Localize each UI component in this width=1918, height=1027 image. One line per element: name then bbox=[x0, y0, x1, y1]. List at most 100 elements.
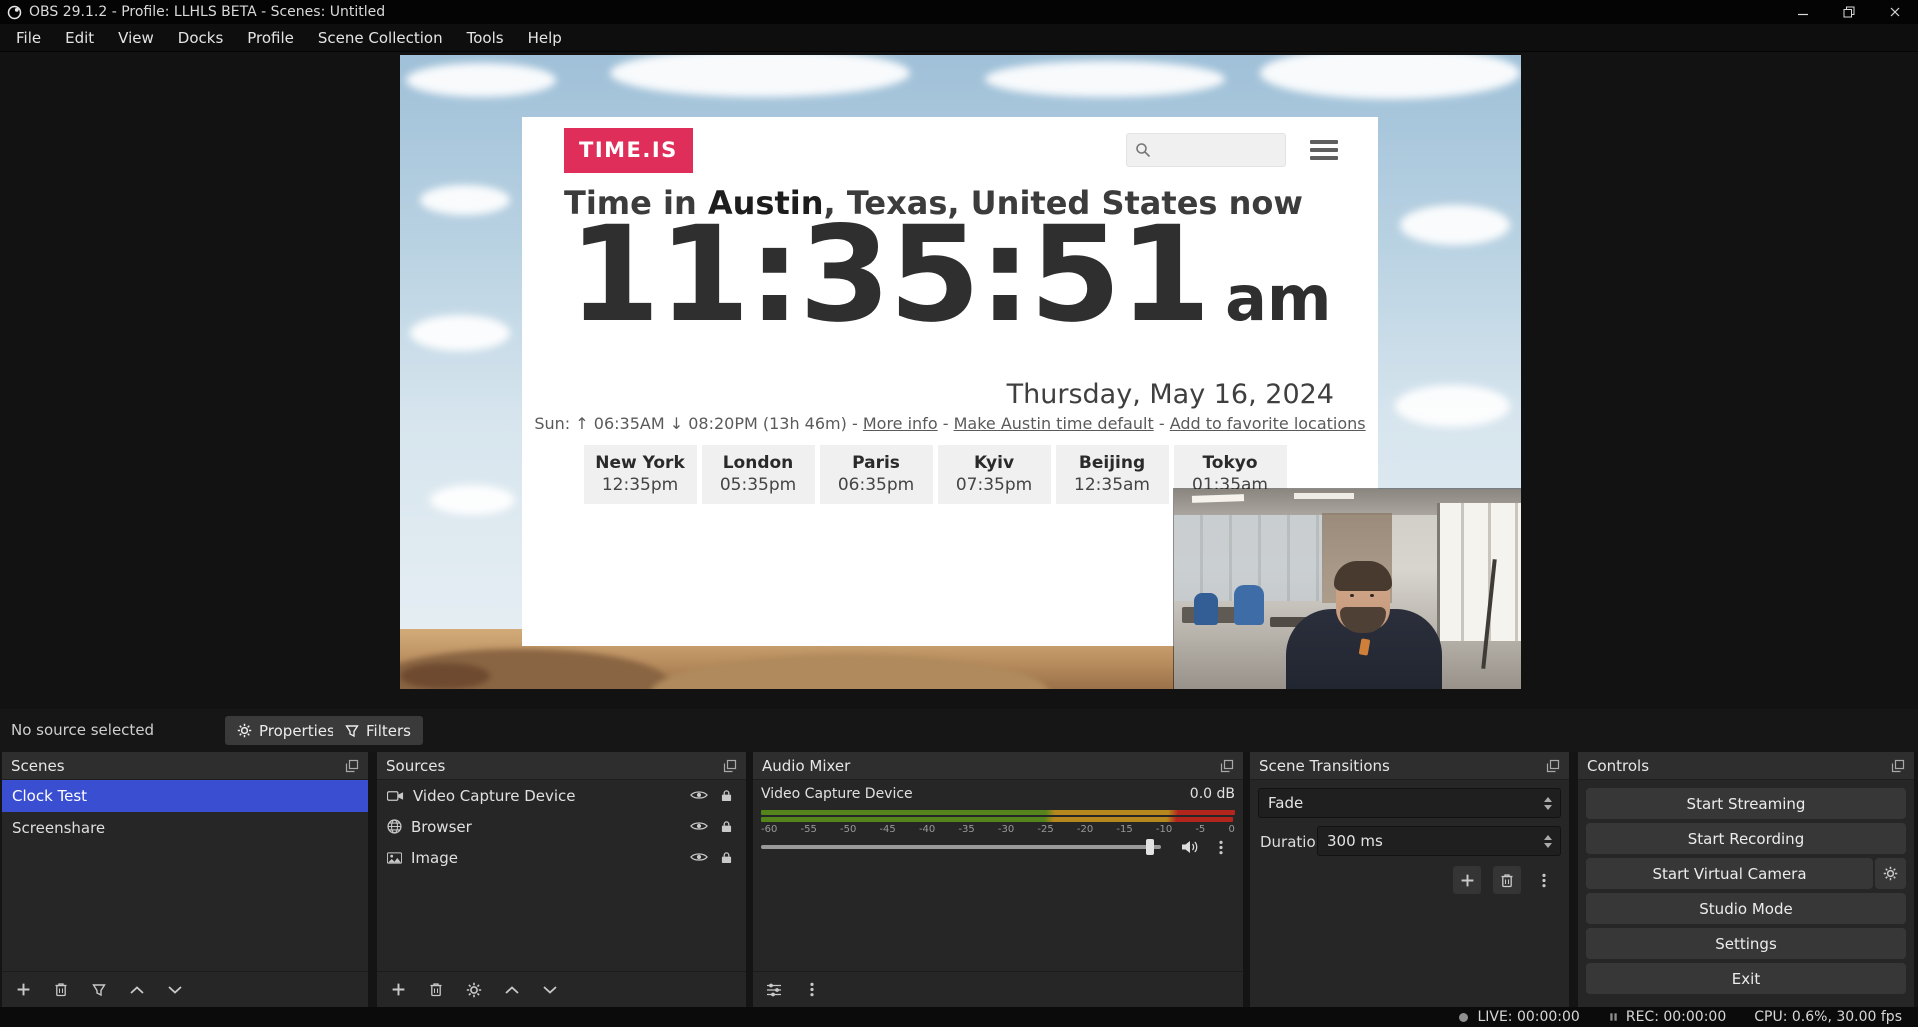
eye-icon bbox=[690, 851, 708, 863]
chevron-up-icon bbox=[504, 985, 520, 995]
scene-item[interactable]: Screenshare bbox=[2, 812, 368, 844]
remove-source-button[interactable] bbox=[425, 979, 447, 1001]
start-streaming-button[interactable]: Start Streaming bbox=[1586, 788, 1906, 819]
dune bbox=[650, 654, 1050, 689]
menu-help[interactable]: Help bbox=[516, 29, 574, 47]
popout-button[interactable] bbox=[345, 759, 359, 773]
lock-icon bbox=[721, 820, 732, 833]
filters-button[interactable]: Filters bbox=[333, 716, 423, 745]
popout-button[interactable] bbox=[1891, 759, 1905, 773]
trash-icon bbox=[54, 982, 68, 997]
scene-filters-button[interactable] bbox=[88, 979, 110, 1001]
chevron-down-icon bbox=[542, 985, 558, 995]
volume-slider-handle bbox=[1146, 839, 1154, 855]
menu-edit[interactable]: Edit bbox=[53, 29, 106, 47]
close-icon bbox=[1889, 6, 1901, 18]
scene-item[interactable]: Clock Test bbox=[2, 780, 368, 812]
virtual-camera-settings-button[interactable] bbox=[1875, 858, 1906, 889]
office-chair bbox=[1194, 593, 1218, 625]
add-transition-button[interactable] bbox=[1453, 866, 1481, 894]
properties-button[interactable]: Properties bbox=[225, 716, 347, 745]
move-scene-down-button[interactable] bbox=[164, 979, 186, 1001]
add-source-button[interactable] bbox=[387, 979, 409, 1001]
exit-button[interactable]: Exit bbox=[1586, 963, 1906, 994]
combo-spinner[interactable] bbox=[1544, 797, 1560, 810]
controls-panel: Controls Start Streaming Start Recording… bbox=[1578, 752, 1914, 1007]
cloud bbox=[610, 55, 910, 97]
mixer-level-db: 0.0 dB bbox=[1190, 786, 1235, 802]
cloud bbox=[420, 185, 510, 215]
filter-icon bbox=[92, 983, 106, 997]
source-item[interactable]: Video Capture Device bbox=[377, 780, 746, 811]
sliders-icon bbox=[766, 983, 782, 997]
meter-tick: -55 bbox=[800, 824, 816, 835]
maximize-button[interactable] bbox=[1826, 0, 1872, 24]
meter-tick: -40 bbox=[919, 824, 935, 835]
clock-time: 11:35:51 bbox=[568, 209, 1209, 341]
webcam-person-hair bbox=[1334, 561, 1392, 591]
meter-tick: -50 bbox=[840, 824, 856, 835]
popout-button[interactable] bbox=[1220, 759, 1234, 773]
menu-scene-collection[interactable]: Scene Collection bbox=[306, 29, 455, 47]
camera-icon bbox=[387, 790, 404, 802]
menu-tools[interactable]: Tools bbox=[455, 29, 516, 47]
menu-view[interactable]: View bbox=[106, 29, 166, 47]
start-virtual-camera-button[interactable]: Start Virtual Camera bbox=[1586, 858, 1873, 889]
start-recording-button[interactable]: Start Recording bbox=[1586, 823, 1906, 854]
popout-button[interactable] bbox=[723, 759, 737, 773]
duration-input[interactable]: 300 ms bbox=[1317, 826, 1561, 856]
status-bar: LIVE: 00:00:00 REC: 00:00:00 CPU: 0.6%, … bbox=[0, 1007, 1918, 1027]
chevron-up-icon bbox=[129, 985, 145, 995]
popout-icon bbox=[345, 759, 359, 773]
add-scene-button[interactable] bbox=[12, 979, 34, 1001]
mixer-channel-menu-button[interactable] bbox=[1219, 840, 1223, 855]
filter-icon bbox=[345, 724, 359, 738]
visibility-toggle[interactable] bbox=[690, 789, 708, 802]
move-source-down-button[interactable] bbox=[539, 979, 561, 1001]
studio-mode-button[interactable]: Studio Mode bbox=[1586, 893, 1906, 924]
mixer-options-button[interactable] bbox=[801, 979, 823, 1001]
lock-toggle[interactable] bbox=[721, 789, 732, 802]
close-button[interactable] bbox=[1872, 0, 1918, 24]
move-scene-up-button[interactable] bbox=[126, 979, 148, 1001]
clock-ampm: am bbox=[1225, 268, 1331, 330]
cpu-usage: CPU: 0.6%, 30.00 fps bbox=[1754, 1009, 1902, 1025]
minimize-button[interactable] bbox=[1780, 0, 1826, 24]
volume-meter bbox=[761, 810, 1235, 815]
source-properties-button[interactable] bbox=[463, 979, 485, 1001]
mute-button[interactable] bbox=[1181, 840, 1201, 854]
cloud bbox=[406, 63, 556, 97]
menu-file[interactable]: File bbox=[4, 29, 53, 47]
title-bar: OBS 29.1.2 - Profile: LLHLS BETA - Scene… bbox=[0, 0, 1918, 24]
settings-button[interactable]: Settings bbox=[1586, 928, 1906, 959]
duration-spinner[interactable] bbox=[1544, 835, 1560, 848]
meter-tick: 0 bbox=[1228, 824, 1234, 835]
preview-canvas[interactable]: TIME.IS Time in Austin, Texas, United St… bbox=[400, 55, 1521, 689]
popout-button[interactable] bbox=[1546, 759, 1560, 773]
menu-docks[interactable]: Docks bbox=[166, 29, 235, 47]
dune bbox=[400, 663, 490, 689]
visibility-toggle[interactable] bbox=[690, 851, 708, 864]
source-item[interactable]: Image bbox=[377, 842, 746, 873]
office-chair bbox=[1234, 585, 1264, 625]
lock-toggle[interactable] bbox=[721, 851, 732, 864]
cloud bbox=[985, 61, 1225, 97]
pause-icon bbox=[1608, 1011, 1619, 1023]
visibility-toggle[interactable] bbox=[690, 820, 708, 833]
lock-toggle[interactable] bbox=[721, 820, 732, 833]
transition-menu-button[interactable] bbox=[1533, 869, 1555, 891]
meter-tick: -25 bbox=[1037, 824, 1053, 835]
menu-profile[interactable]: Profile bbox=[235, 29, 306, 47]
remove-scene-button[interactable] bbox=[50, 979, 72, 1001]
city-cell: Kyiv 07:35pm bbox=[938, 445, 1051, 504]
volume-slider[interactable] bbox=[761, 845, 1161, 849]
link-more-info: More info bbox=[863, 414, 938, 433]
source-item[interactable]: Browser bbox=[377, 811, 746, 842]
city-cell: Beijing 12:35am bbox=[1056, 445, 1169, 504]
menu-bar: File Edit View Docks Profile Scene Colle… bbox=[0, 24, 1918, 52]
move-source-up-button[interactable] bbox=[501, 979, 523, 1001]
transition-select[interactable]: Fade bbox=[1258, 788, 1561, 818]
remove-transition-button[interactable] bbox=[1493, 866, 1521, 894]
meter-tick: -30 bbox=[998, 824, 1014, 835]
advanced-audio-button[interactable] bbox=[763, 979, 785, 1001]
